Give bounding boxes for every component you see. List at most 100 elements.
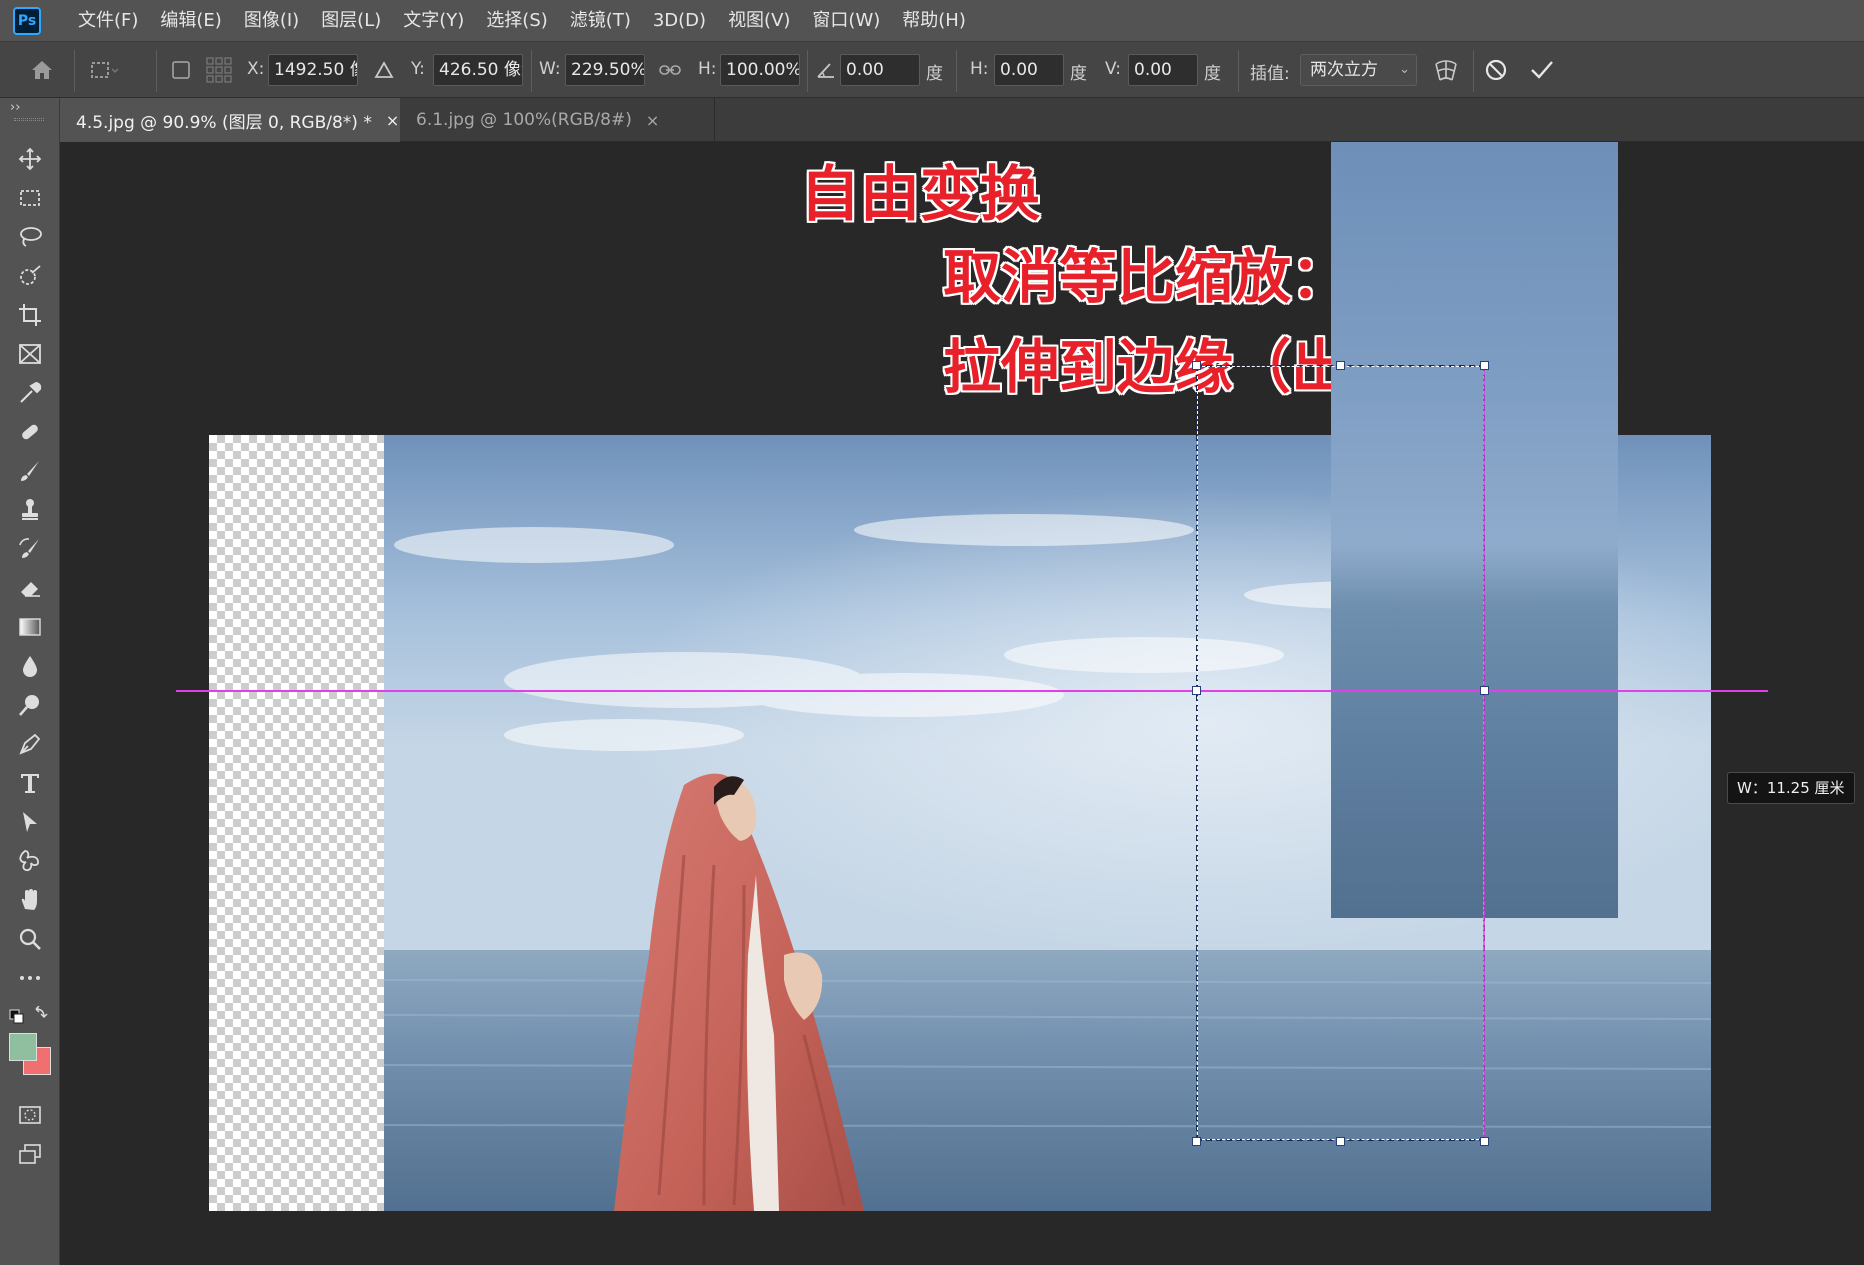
transform-handle-top-left[interactable] — [1192, 361, 1201, 370]
more-tools-icon[interactable] — [12, 961, 48, 995]
menu-help[interactable]: 帮助(H) — [891, 0, 977, 41]
separator — [156, 50, 157, 92]
x-position-field[interactable]: 1492.50 像 — [268, 54, 358, 86]
h-label: H: — [698, 59, 717, 79]
menu-file[interactable]: 文件(F) — [67, 0, 149, 41]
screen-mode-icon[interactable] — [12, 1137, 48, 1171]
tab-label: 6.1.jpg @ 100%(RGB/8#) — [416, 110, 632, 130]
transform-handle-right[interactable] — [1480, 686, 1489, 695]
transform-handle-bottom-right[interactable] — [1480, 1137, 1489, 1146]
clone-stamp-tool-icon[interactable] — [12, 493, 48, 527]
angle-unit: 度 — [926, 64, 943, 84]
panel-grip[interactable] — [14, 118, 44, 121]
menu-bar: Ps 文件(F) 编辑(E) 图像(I) 图层(L) 文字(Y) 选择(S) 滤… — [0, 0, 1864, 41]
width-percent-field[interactable]: 229.50% — [565, 54, 645, 86]
chevron-down-icon: ⌄ — [1399, 62, 1410, 77]
frame-tool-icon[interactable] — [12, 337, 48, 371]
transform-handle-bottom-left[interactable] — [1192, 1137, 1201, 1146]
y-label: Y: — [411, 59, 425, 79]
canvas-area[interactable]: 自由变换 取消等比缩放：Shift 拉伸到边缘（出现紫色线） W：11.25 厘… — [60, 142, 1864, 1265]
link-icon[interactable] — [654, 54, 686, 86]
separator — [1473, 50, 1474, 92]
dodge-tool-icon[interactable] — [12, 688, 48, 722]
gradient-tool-icon[interactable] — [12, 610, 48, 644]
menu-window[interactable]: 窗口(W) — [801, 0, 891, 41]
pen-tool-icon[interactable] — [12, 727, 48, 761]
path-select-tool-icon[interactable] — [12, 805, 48, 839]
separator — [807, 50, 808, 92]
h-skew-label: H: — [970, 59, 989, 79]
quick-mask-icon[interactable] — [12, 1098, 48, 1132]
collapse-panel-icon[interactable]: ›› — [10, 100, 20, 115]
history-brush-tool-icon[interactable] — [12, 532, 48, 566]
quick-select-tool-icon[interactable] — [12, 259, 48, 293]
menu-filter[interactable]: 滤镜(T) — [559, 0, 642, 41]
menu-select[interactable]: 选择(S) — [475, 0, 558, 41]
close-icon[interactable]: × — [386, 111, 399, 130]
interpolation-value: 两次立方 — [1310, 60, 1378, 80]
color-swap-controls — [8, 1005, 52, 1026]
lasso-tool-icon[interactable] — [12, 220, 48, 254]
options-bar: X: 1492.50 像 Y: 426.50 像素 W: 229.50% H: … — [0, 41, 1864, 98]
v-skew-label: V: — [1105, 59, 1121, 79]
menu-image[interactable]: 图像(I) — [233, 0, 310, 41]
healing-brush-tool-icon[interactable] — [12, 415, 48, 449]
transparent-area — [209, 435, 384, 1211]
warp-mode-icon[interactable] — [1430, 54, 1462, 86]
menu-layer[interactable]: 图层(L) — [310, 0, 392, 41]
vertical-skew-field[interactable]: 0.00 — [1128, 54, 1198, 86]
menu-3d[interactable]: 3D(D) — [642, 0, 717, 41]
cancel-transform-icon[interactable] — [1480, 54, 1512, 86]
zoom-tool-icon[interactable] — [12, 922, 48, 956]
y-position-field[interactable]: 426.50 像素 — [433, 54, 523, 86]
reference-point-grid-icon[interactable] — [203, 54, 235, 86]
transform-preset-icon[interactable] — [88, 54, 120, 86]
menu-view[interactable]: 视图(V) — [717, 0, 801, 41]
menu-edit[interactable]: 编辑(E) — [149, 0, 232, 41]
tab-4-5-jpg[interactable]: 4.5.jpg @ 90.9% (图层 0, RGB/8*) * × — [60, 98, 400, 142]
marquee-tool-icon[interactable] — [12, 181, 48, 215]
photoshop-window: Ps 文件(F) 编辑(E) 图像(I) 图层(L) 文字(Y) 选择(S) 滤… — [0, 0, 1864, 1265]
separator — [74, 50, 75, 92]
document-tabs: 4.5.jpg @ 90.9% (图层 0, RGB/8*) * × 6.1.j… — [60, 98, 1864, 142]
w-label: W: — [539, 59, 561, 79]
close-icon[interactable]: × — [646, 111, 659, 130]
move-tool-icon[interactable] — [12, 142, 48, 176]
photoshop-logo: Ps — [13, 6, 41, 35]
eraser-tool-icon[interactable] — [12, 571, 48, 605]
brush-tool-icon[interactable] — [12, 454, 48, 488]
separator — [1238, 50, 1239, 92]
default-colors-icon[interactable] — [8, 1005, 52, 1026]
custom-shape-tool-icon[interactable] — [12, 844, 48, 878]
separator — [531, 50, 532, 92]
transform-bounding-box[interactable] — [1196, 365, 1485, 1141]
width-readout-tooltip: W：11.25 厘米 — [1727, 772, 1855, 804]
delta-icon[interactable] — [368, 54, 400, 86]
foreground-color-swatch[interactable] — [9, 1033, 37, 1061]
blur-tool-icon[interactable] — [12, 649, 48, 683]
interpolation-label: 插值: — [1250, 64, 1290, 84]
commit-transform-icon[interactable] — [1526, 54, 1558, 86]
menu-type[interactable]: 文字(Y) — [392, 0, 475, 41]
rotation-angle-field[interactable]: 0.00 — [840, 54, 920, 86]
tab-6-1-jpg[interactable]: 6.1.jpg @ 100%(RGB/8#) × — [400, 98, 715, 142]
eyedropper-tool-icon[interactable] — [12, 376, 48, 410]
angle-icon — [810, 54, 842, 86]
x-label: X: — [247, 59, 265, 79]
edge-snap-line — [1483, 365, 1485, 1141]
reference-point-checkbox[interactable] — [165, 54, 197, 86]
horizontal-skew-field[interactable]: 0.00 — [994, 54, 1064, 86]
hand-tool-icon[interactable] — [12, 883, 48, 917]
type-tool-icon[interactable] — [12, 766, 48, 800]
tab-label: 4.5.jpg @ 90.9% (图层 0, RGB/8*) * — [76, 112, 372, 133]
interpolation-select[interactable]: 两次立方 ⌄ — [1300, 54, 1417, 86]
transform-handle-top[interactable] — [1336, 361, 1345, 370]
transform-handle-bottom[interactable] — [1336, 1137, 1345, 1146]
crop-tool-icon[interactable] — [12, 298, 48, 332]
height-percent-field[interactable]: 100.00% — [720, 54, 800, 86]
home-icon[interactable] — [26, 54, 58, 86]
transform-handle-left[interactable] — [1192, 686, 1201, 695]
h-skew-unit: 度 — [1070, 64, 1087, 84]
transform-handle-top-right[interactable] — [1480, 361, 1489, 370]
separator — [956, 50, 957, 92]
